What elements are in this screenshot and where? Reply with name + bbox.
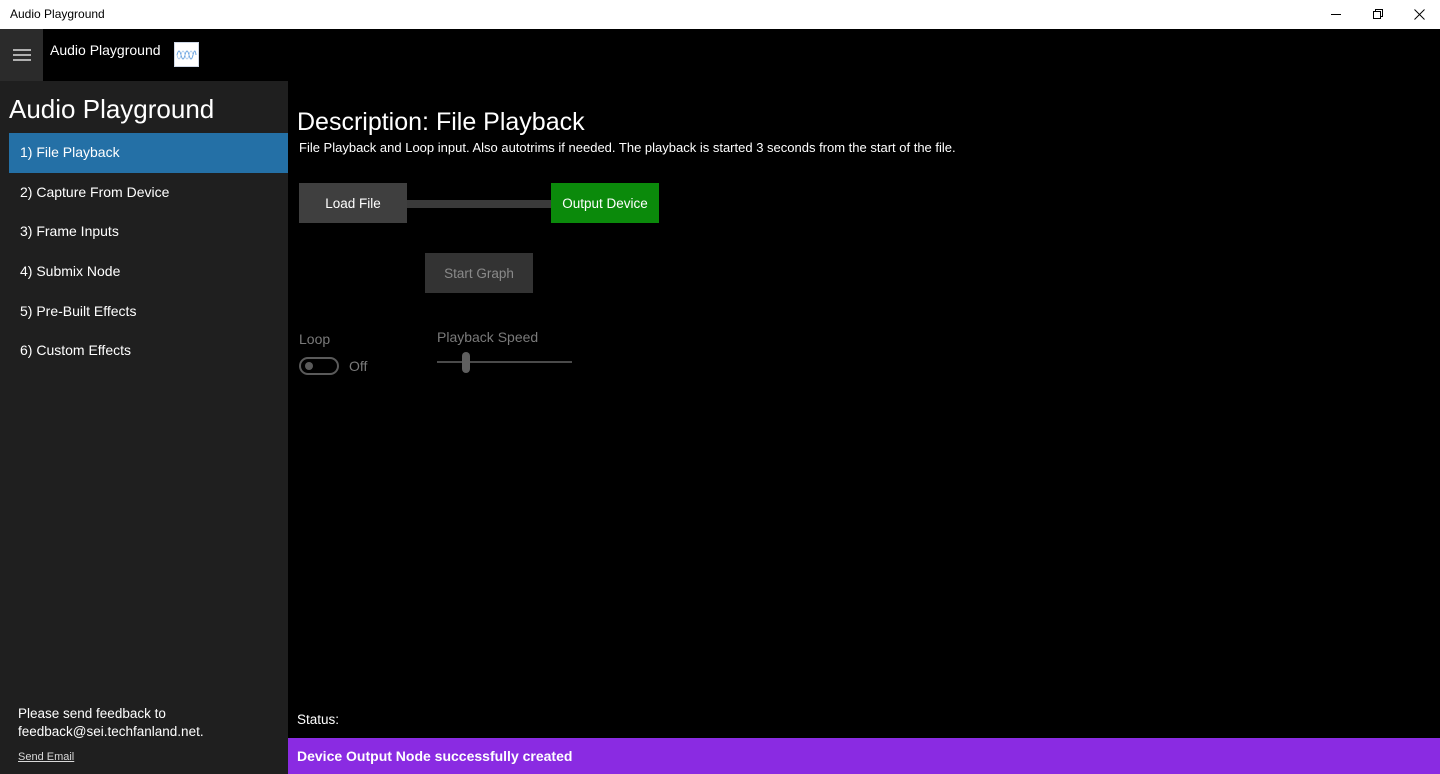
waveform-icon bbox=[174, 42, 199, 67]
restore-button[interactable] bbox=[1355, 0, 1401, 29]
loop-label: Loop bbox=[299, 331, 331, 347]
page-description: File Playback and Loop input. Also autot… bbox=[299, 140, 956, 155]
hamburger-icon bbox=[12, 49, 31, 61]
status-label: Status: bbox=[297, 712, 340, 727]
sidebar: Audio Playground 1) File Playback 2) Cap… bbox=[0, 81, 288, 774]
playback-speed-slider-thumb[interactable] bbox=[462, 352, 470, 373]
sidebar-item-file-playback[interactable]: 1) File Playback bbox=[9, 133, 288, 173]
loop-toggle-state: Off bbox=[349, 358, 368, 374]
sidebar-item-submix-node[interactable]: 4) Submix Node bbox=[9, 252, 288, 292]
status-bar: Device Output Node successfully created bbox=[288, 738, 1440, 774]
sidebar-item-custom-effects[interactable]: 6) Custom Effects bbox=[9, 331, 288, 371]
toggle-knob bbox=[305, 362, 313, 370]
app-name: Audio Playground bbox=[50, 42, 161, 58]
output-device-button[interactable]: Output Device bbox=[551, 183, 659, 223]
sidebar-item-capture-from-device[interactable]: 2) Capture From Device bbox=[9, 173, 288, 213]
close-button[interactable] bbox=[1396, 0, 1440, 29]
hamburger-menu-button[interactable] bbox=[0, 29, 43, 81]
close-icon bbox=[1413, 9, 1425, 20]
feedback-email: feedback@sei.techfanland.net. bbox=[18, 724, 204, 739]
status-message: Device Output Node successfully created bbox=[297, 748, 573, 764]
playback-speed-slider[interactable] bbox=[437, 361, 572, 363]
sidebar-title: Audio Playground bbox=[9, 94, 215, 124]
feedback-line-1: Please send feedback to bbox=[18, 706, 166, 721]
sidebar-item-frame-inputs[interactable]: 3) Frame Inputs bbox=[9, 212, 288, 252]
loop-toggle[interactable] bbox=[299, 357, 339, 375]
send-email-link[interactable]: Send Email bbox=[18, 751, 74, 763]
main-content: Description: File Playback File Playback… bbox=[288, 81, 1440, 774]
sidebar-item-pre-built-effects[interactable]: 5) Pre-Built Effects bbox=[9, 292, 288, 332]
minimize-button[interactable] bbox=[1313, 0, 1359, 29]
playback-speed-label: Playback Speed bbox=[437, 329, 539, 345]
window-title: Audio Playground bbox=[10, 7, 105, 21]
load-file-button[interactable]: Load File bbox=[299, 183, 407, 223]
start-graph-button[interactable]: Start Graph bbox=[425, 253, 533, 293]
restore-icon bbox=[1372, 9, 1383, 19]
page-title: Description: File Playback bbox=[297, 108, 585, 136]
title-bar: Audio Playground bbox=[0, 0, 1440, 29]
sidebar-nav: 1) File Playback 2) Capture From Device … bbox=[9, 133, 288, 371]
feedback-text: Please send feedback to feedback@sei.tec… bbox=[18, 705, 278, 741]
graph-connector bbox=[406, 200, 552, 208]
minimize-icon bbox=[1330, 14, 1341, 15]
